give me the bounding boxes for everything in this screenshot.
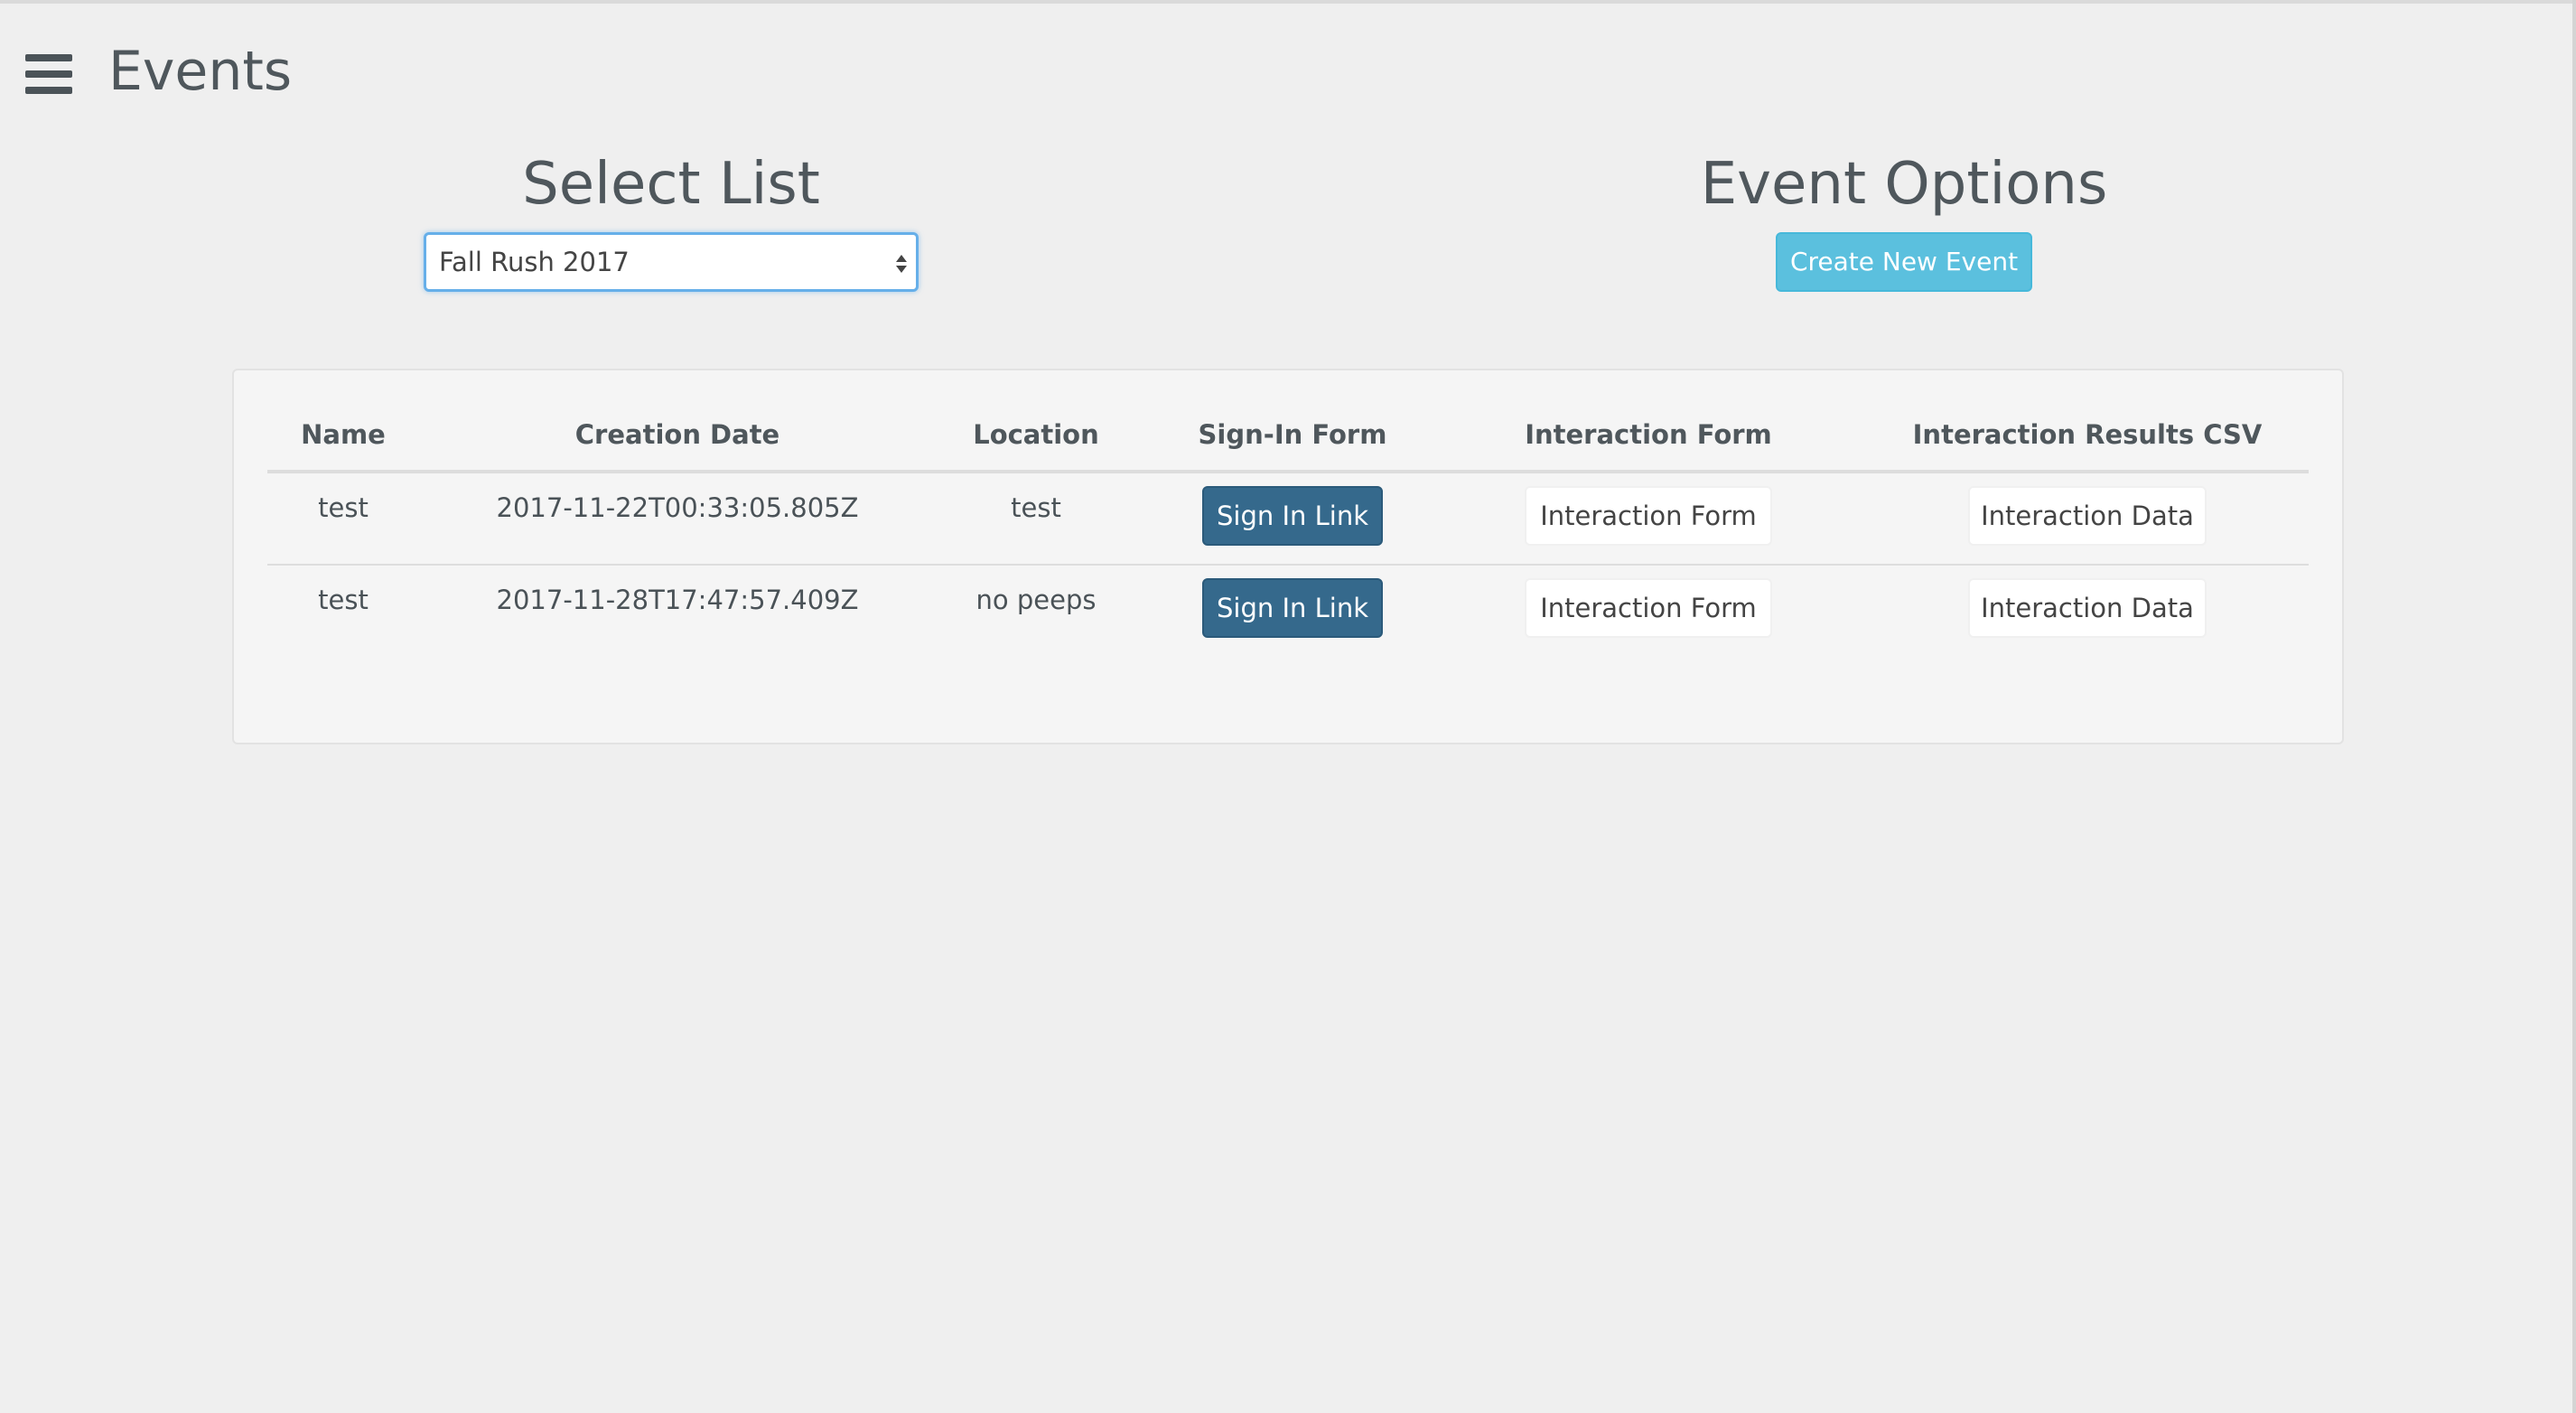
cell-creation-date: 2017-11-22T00:33:05.805Z: [496, 492, 859, 523]
column-header-sign-in-form: Sign-In Form: [1198, 419, 1387, 450]
list-select-value: Fall Rush 2017: [439, 247, 630, 277]
window-top-border: [0, 0, 2576, 4]
create-new-event-button[interactable]: Create New Event: [1776, 232, 2032, 292]
column-header-creation-date: Creation Date: [574, 419, 780, 450]
interaction-data-button[interactable]: Interaction Data: [1968, 486, 2207, 546]
cell-location: no peeps: [975, 585, 1097, 615]
select-arrows-icon: [894, 255, 909, 276]
interaction-data-button[interactable]: Interaction Data: [1968, 578, 2207, 638]
column-header-location: Location: [973, 419, 1099, 450]
sign-in-link-button[interactable]: Sign In Link: [1202, 578, 1383, 638]
select-list-section: Select List: [424, 152, 919, 217]
cell-interaction-data: Interaction Data: [1848, 473, 2327, 546]
column-header-name: Name: [301, 419, 386, 450]
cell-name: test: [318, 492, 369, 523]
column-header-interaction-results-csv: Interaction Results CSV: [1912, 419, 2263, 450]
hamburger-menu-icon[interactable]: [25, 54, 72, 94]
interaction-form-button[interactable]: Interaction Form: [1525, 578, 1772, 638]
menu-bar-bottom: [25, 87, 72, 94]
column-header-interaction-form: Interaction Form: [1525, 419, 1772, 450]
cell-interaction-data: Interaction Data: [1848, 566, 2327, 638]
list-select[interactable]: Fall Rush 2017: [424, 232, 919, 292]
page-title: Events: [108, 40, 293, 103]
cell-location: test: [1011, 492, 1061, 523]
cell-creation-date: 2017-11-28T17:47:57.409Z: [496, 585, 859, 615]
table-header: Name Creation Date Location Sign-In Form…: [267, 398, 2309, 473]
event-options-heading: Event Options: [1700, 151, 2108, 218]
window-right-border: [2572, 0, 2576, 1413]
interaction-form-button[interactable]: Interaction Form: [1525, 486, 1772, 546]
sign-in-link-button[interactable]: Sign In Link: [1202, 486, 1383, 546]
menu-bar-top: [25, 54, 72, 61]
cell-sign-in: Sign In Link: [1136, 473, 1449, 546]
select-list-heading: Select List: [522, 151, 820, 218]
cell-interaction-form: Interaction Form: [1449, 473, 1848, 546]
event-options-section: Event Options: [1633, 152, 2175, 217]
table-row: test 2017-11-22T00:33:05.805Z test Sign …: [267, 473, 2309, 566]
cell-sign-in: Sign In Link: [1136, 566, 1449, 638]
cell-name: test: [318, 585, 369, 615]
events-table: Name Creation Date Location Sign-In Form…: [267, 398, 2309, 656]
cell-interaction-form: Interaction Form: [1449, 566, 1848, 638]
table-row: test 2017-11-28T17:47:57.409Z no peeps S…: [267, 566, 2309, 656]
menu-bar-middle: [25, 70, 72, 78]
